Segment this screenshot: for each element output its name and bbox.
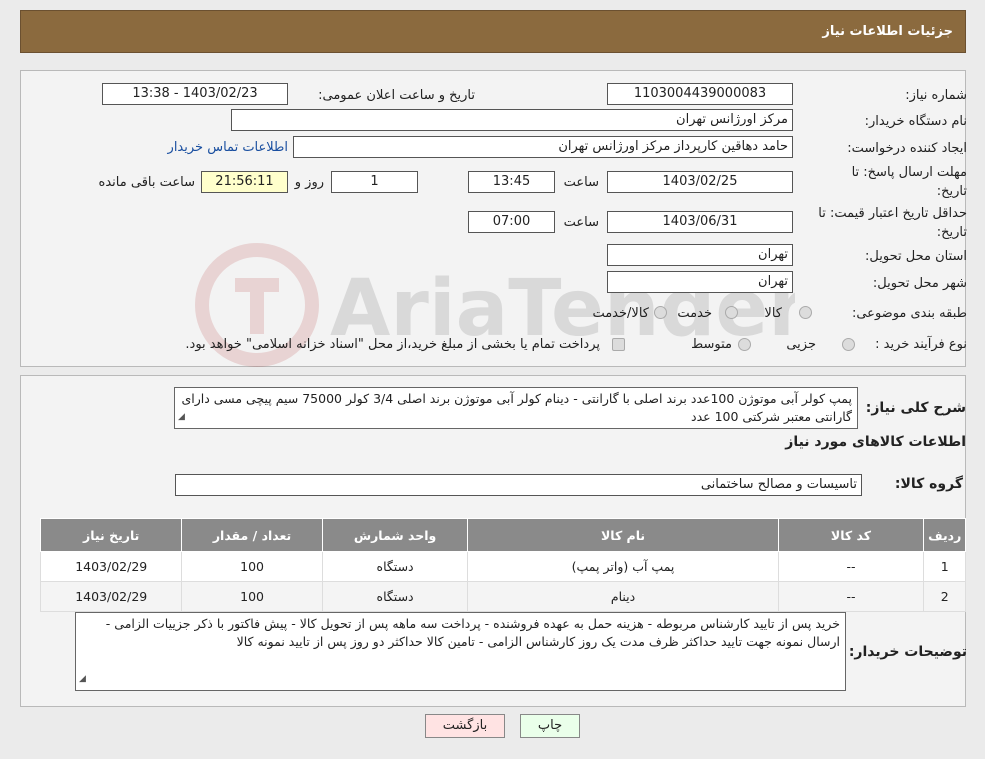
back-button[interactable]: بازگشت (425, 714, 505, 738)
cell-code: -- (777, 551, 925, 582)
reply-deadline-label-date: تاریخ: (936, 184, 967, 199)
cell-code: -- (777, 581, 925, 612)
cell-unit: دستگاه (321, 551, 469, 582)
cell-row: 2 (923, 581, 966, 612)
cell-name: پمپ آب (واتر پمپ) (467, 551, 779, 582)
creator-label: ایجاد کننده درخواست: (847, 141, 967, 156)
category-radio-goods-service[interactable] (654, 306, 667, 319)
goods-group-field[interactable]: تاسیسات و مصالح ساختمانی (175, 474, 862, 496)
price-date-field[interactable]: 1403/06/31 (607, 211, 793, 233)
process-option-medium: متوسط (691, 337, 732, 352)
page-header: جزئیات اطلاعات نیاز (20, 10, 966, 53)
reply-time-field[interactable]: 13:45 (468, 171, 555, 193)
col-unit-header: واحد شمارش (321, 518, 469, 552)
resize-grip-icon[interactable]: ◢ (79, 670, 86, 688)
process-radio-minor[interactable] (842, 338, 855, 351)
category-label: طبقه بندی موضوعی: (851, 306, 967, 321)
reply-time-label: ساعت (563, 175, 599, 190)
announce-datetime-field[interactable]: 1403/02/23 - 13:38 (102, 83, 288, 105)
summary-text: پمپ کولر آبی موتوژن 100عدد برند اصلی با … (181, 391, 852, 424)
print-button[interactable]: چاپ (520, 714, 580, 738)
process-option-minor: جزیی (786, 337, 816, 352)
cell-qty: 100 (181, 581, 323, 612)
province-field[interactable]: تهران (607, 244, 793, 266)
process-label: نوع فرآیند خرید : (875, 337, 967, 352)
col-qty-header: تعداد / مقدار (181, 518, 323, 552)
remaining-days-field[interactable]: 1 (331, 171, 418, 193)
reply-date-field[interactable]: 1403/02/25 (607, 171, 793, 193)
resize-grip-icon[interactable]: ◢ (178, 408, 185, 426)
col-date-header: تاریخ نیاز (39, 518, 183, 552)
col-code-header: کد کالا (777, 518, 925, 552)
page-title: جزئیات اطلاعات نیاز (822, 24, 953, 39)
summary-textarea[interactable]: پمپ کولر آبی موتوژن 100عدد برند اصلی با … (174, 387, 858, 429)
process-note: پرداخت تمام یا بخشی از مبلغ خرید،از محل … (185, 337, 600, 352)
buyer-org-field[interactable]: مرکز اورژانس تهران (231, 109, 793, 131)
buyer-notes-textarea[interactable]: خرید پس از تایید کارشناس مربوطه - هزینه … (75, 612, 846, 691)
days-label: روز و (294, 175, 324, 190)
buyer-notes-text: خرید پس از تایید کارشناس مربوطه - هزینه … (105, 616, 840, 649)
price-validity-label: حداقل تاریخ اعتبار قیمت: تا (818, 206, 967, 221)
goods-table-header: ردیف کد کالا نام کالا واحد شمارش تعداد /… (39, 518, 966, 552)
goods-info-title: اطلاعات کالاهای مورد نیاز (785, 434, 966, 450)
cell-unit: دستگاه (321, 581, 469, 612)
creator-field[interactable]: حامد دهاقین کارپرداز مرکز اورژانس تهران (293, 136, 793, 158)
need-number-field[interactable]: 1103004439000083 (607, 83, 793, 105)
buyer-contact-link[interactable]: اطلاعات تماس خریدار (168, 140, 288, 155)
col-name-header: نام کالا (467, 518, 779, 552)
reply-deadline-label: مهلت ارسال پاسخ: تا (851, 165, 967, 180)
treasury-checkbox[interactable] (612, 338, 625, 351)
need-number-label: شماره نیاز: (905, 88, 967, 103)
cell-row: 1 (923, 551, 966, 582)
announce-datetime-label: تاریخ و ساعت اعلان عمومی: (318, 88, 475, 103)
cell-name: دینام (467, 581, 779, 612)
category-radio-service[interactable] (725, 306, 738, 319)
buyer-org-label: نام دستگاه خریدار: (864, 114, 967, 129)
price-validity-label-date: تاریخ: (936, 225, 967, 240)
price-time-label: ساعت (563, 215, 599, 230)
price-time-field[interactable]: 07:00 (468, 211, 555, 233)
category-option-service: خدمت (677, 306, 712, 321)
goods-group-label: گروه کالا: (894, 476, 963, 492)
process-radio-medium[interactable] (738, 338, 751, 351)
col-row-header: ردیف (923, 518, 966, 552)
cell-qty: 100 (181, 551, 323, 582)
table-row[interactable]: 2 -- دینام دستگاه 100 1403/02/29 (39, 581, 966, 612)
city-label: شهر محل تحویل: (872, 276, 967, 291)
category-option-goods-service: کالا/خدمت (592, 306, 649, 321)
cell-date: 1403/02/29 (39, 551, 183, 582)
category-radio-goods[interactable] (799, 306, 812, 319)
remaining-time-field[interactable]: 21:56:11 (201, 171, 288, 193)
goods-table: ردیف کد کالا نام کالا واحد شمارش تعداد /… (39, 518, 966, 612)
category-option-goods: کالا (764, 306, 782, 321)
province-label: استان محل تحویل: (865, 249, 967, 264)
city-field[interactable]: تهران (607, 271, 793, 293)
table-row[interactable]: 1 -- پمپ آب (واتر پمپ) دستگاه 100 1403/0… (39, 551, 966, 582)
cell-date: 1403/02/29 (39, 581, 183, 612)
summary-label: شرح کلی نیاز: (865, 400, 966, 416)
buyer-notes-label: توضیحات خریدار: (848, 644, 967, 660)
remaining-label: ساعت باقی مانده (98, 175, 195, 190)
